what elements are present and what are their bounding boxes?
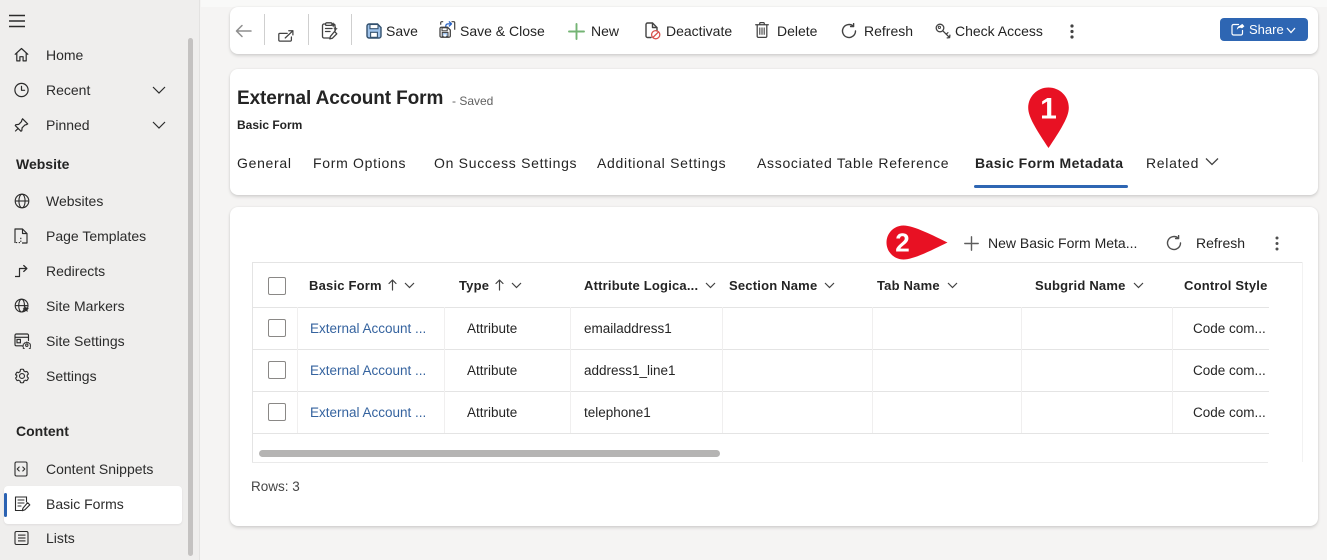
svg-text:1: 1 [1040,93,1057,126]
svg-text:2: 2 [895,228,909,258]
